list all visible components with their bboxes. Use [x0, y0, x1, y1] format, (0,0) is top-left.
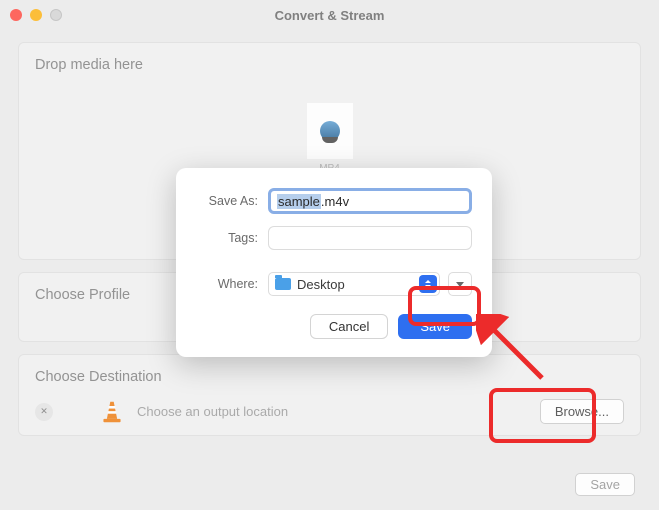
where-label: Where:	[196, 277, 258, 291]
browse-button[interactable]: Browse...	[540, 399, 624, 424]
titlebar: Convert & Stream	[0, 0, 659, 30]
filename-selected-part: sample	[277, 194, 321, 209]
vlc-cone-icon	[101, 400, 123, 424]
drop-panel-title: Drop media here	[35, 57, 624, 73]
destination-panel-title: Choose Destination	[35, 369, 624, 385]
quicktime-icon	[320, 121, 340, 141]
tags-input[interactable]	[268, 226, 472, 250]
save-as-input[interactable]: sample.m4v	[268, 188, 472, 214]
clear-destination-button[interactable]: ✕	[35, 403, 53, 421]
media-thumbnail[interactable]	[307, 103, 353, 159]
expand-where-button[interactable]	[448, 272, 472, 296]
folder-icon	[275, 278, 291, 290]
where-value: Desktop	[297, 277, 345, 292]
footer-save-button[interactable]: Save	[575, 473, 635, 496]
destination-placeholder: Choose an output location	[137, 404, 540, 419]
window-title: Convert & Stream	[0, 8, 659, 23]
save-button[interactable]: Save	[398, 314, 472, 339]
cancel-button[interactable]: Cancel	[310, 314, 388, 339]
tags-label: Tags:	[196, 231, 258, 245]
save-sheet: Save As: sample.m4v Tags: Where: Desktop…	[176, 168, 492, 357]
where-popup[interactable]: Desktop	[268, 272, 440, 296]
filename-extension: .m4v	[321, 194, 349, 209]
popup-stepper-icon	[419, 275, 437, 293]
choose-destination-panel: Choose Destination ✕ Choose an output lo…	[18, 354, 641, 436]
save-as-label: Save As:	[196, 194, 258, 208]
